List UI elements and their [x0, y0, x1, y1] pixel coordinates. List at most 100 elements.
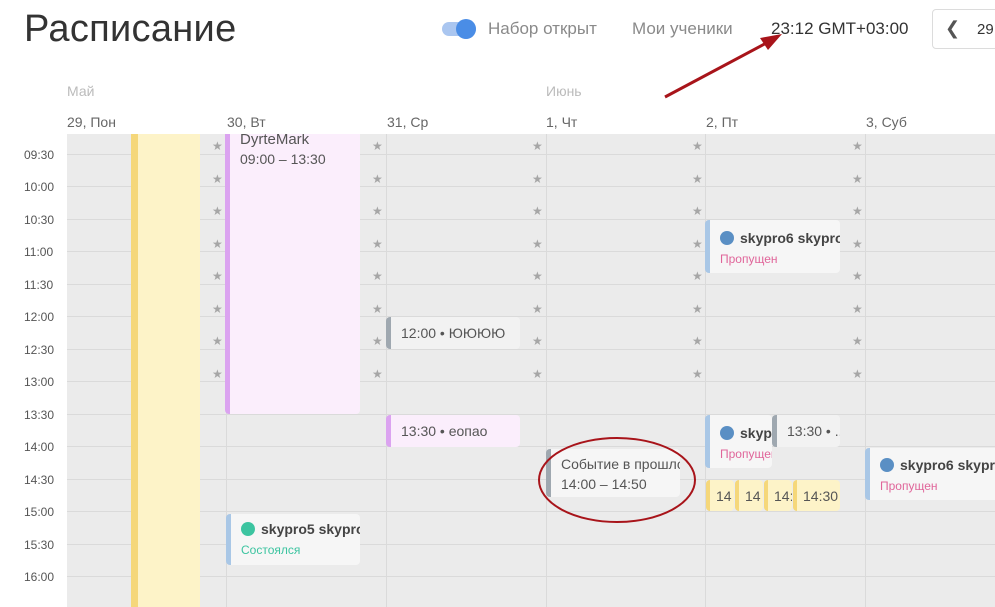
time-label: 11:30	[24, 278, 54, 292]
grid-line	[67, 251, 995, 252]
event-name: Событие в прошлом	[561, 456, 680, 472]
event-card-eopao[interactable]: 13:30 • еопао	[386, 415, 520, 447]
month-label-june: Июнь	[546, 83, 582, 99]
event-card-1330[interactable]: 13:30 • ...	[772, 415, 840, 447]
grid-line	[67, 284, 995, 285]
star-icon[interactable]: ★	[212, 334, 223, 348]
student-name: skypro6 skypro6	[740, 230, 840, 246]
star-icon[interactable]: ★	[692, 172, 703, 186]
grid-line	[546, 134, 547, 607]
star-icon[interactable]: ★	[852, 139, 863, 153]
event-card-small[interactable]: 14:	[764, 480, 792, 511]
star-icon[interactable]: ★	[692, 204, 703, 218]
star-icon[interactable]: ★	[692, 302, 703, 316]
event-card-yuyuyu[interactable]: 12:00 • ЮЮЮЮ	[386, 317, 520, 349]
event-time: 14:00 – 14:50	[561, 476, 647, 492]
grid-line	[67, 349, 995, 350]
star-icon[interactable]: ★	[372, 334, 383, 348]
time-label: 16:00	[24, 570, 55, 584]
star-icon[interactable]: ★	[532, 237, 543, 251]
star-icon[interactable]: ★	[212, 172, 223, 186]
event-card-small[interactable]: 14:30	[793, 480, 840, 511]
star-icon[interactable]: ★	[852, 172, 863, 186]
calendar-grid[interactable]: ★ ★ ★ ★ ★ ★ ★ ★ ★ ★ ★ ★ ★ ★ ★ ★ ★ ★ ★ ★ …	[67, 134, 995, 607]
time-label: 11:00	[24, 245, 54, 259]
event-card-past[interactable]: Событие в прошлом 14:00 – 14:50	[546, 449, 680, 497]
recruitment-toggle[interactable]	[440, 18, 476, 40]
event-card-dyrtemark[interactable]: DyrteMark 09:00 – 13:30	[225, 134, 360, 414]
recruitment-label[interactable]: Набор открыт	[488, 19, 597, 39]
star-icon[interactable]: ★	[852, 204, 863, 218]
time-axis: 09:30 10:00 10:30 11:00 11:30 12:00 12:3…	[0, 134, 67, 607]
star-icon[interactable]: ★	[692, 237, 703, 251]
star-icon[interactable]: ★	[852, 367, 863, 381]
nav-date: 29	[977, 21, 994, 38]
star-icon[interactable]: ★	[692, 334, 703, 348]
grid-line	[67, 479, 995, 480]
star-icon[interactable]: ★	[212, 237, 223, 251]
time-label: 13:30	[24, 408, 55, 422]
grid-line	[67, 186, 995, 187]
star-icon[interactable]: ★	[532, 172, 543, 186]
time-label: 12:00	[24, 310, 55, 324]
chevron-left-icon[interactable]: ❮	[945, 18, 960, 39]
star-icon[interactable]: ★	[692, 139, 703, 153]
time-label: 10:00	[24, 180, 55, 194]
student-name: skypro6	[740, 425, 772, 441]
time-label: 13:00	[24, 375, 55, 389]
star-icon[interactable]: ★	[372, 237, 383, 251]
time-label: 14:00	[24, 440, 55, 454]
event-card-small[interactable]: 14	[706, 480, 734, 511]
star-icon[interactable]: ★	[532, 269, 543, 283]
toggle-knob	[456, 19, 476, 39]
grid-line	[67, 154, 995, 155]
time-label: 15:30	[24, 538, 55, 552]
event-card-small[interactable]: 14	[735, 480, 763, 511]
star-icon[interactable]: ★	[692, 269, 703, 283]
star-icon[interactable]: ★	[212, 367, 223, 381]
lesson-card-skypro6-sat[interactable]: skypro6 skypro6 Пропущен	[865, 448, 995, 500]
time-label: 10:30	[24, 213, 55, 227]
date-navigator[interactable]: ❮ 29	[932, 9, 995, 49]
grid-line	[865, 134, 866, 607]
lesson-card-skypro6[interactable]: skypro6 Пропущен	[705, 415, 772, 468]
grid-line	[705, 134, 706, 607]
grid-line	[67, 316, 995, 317]
lesson-card-skypro6[interactable]: skypro6 skypro6 Пропущен	[705, 220, 840, 273]
grid-line	[67, 544, 995, 545]
star-icon[interactable]: ★	[852, 334, 863, 348]
star-icon[interactable]: ★	[692, 367, 703, 381]
lesson-status: Пропущен	[880, 479, 938, 493]
today-column	[138, 134, 200, 607]
star-icon[interactable]: ★	[372, 172, 383, 186]
star-icon[interactable]: ★	[372, 367, 383, 381]
day-header: 30, Вт	[227, 114, 266, 130]
star-icon[interactable]: ★	[212, 269, 223, 283]
star-icon[interactable]: ★	[212, 302, 223, 316]
star-icon[interactable]: ★	[532, 204, 543, 218]
annotation-arrow-line	[664, 38, 773, 99]
star-icon[interactable]: ★	[212, 204, 223, 218]
star-icon[interactable]: ★	[532, 367, 543, 381]
event-label: 13:30 • еопао	[401, 423, 488, 439]
star-icon[interactable]: ★	[372, 302, 383, 316]
star-icon[interactable]: ★	[852, 302, 863, 316]
star-icon[interactable]: ★	[532, 139, 543, 153]
star-icon[interactable]: ★	[372, 204, 383, 218]
star-icon[interactable]: ★	[532, 334, 543, 348]
grid-line	[67, 511, 995, 512]
star-icon[interactable]: ★	[532, 302, 543, 316]
star-icon[interactable]: ★	[372, 269, 383, 283]
time-label: 12:30	[24, 343, 55, 357]
student-name: skypro5 skypro5	[261, 521, 360, 537]
event-time: 09:00 – 13:30	[240, 151, 326, 167]
event-label: 14:30	[803, 488, 839, 504]
lesson-card-skypro5[interactable]: skypro5 skypro5 Состоялся	[226, 514, 360, 565]
time-label: 09:30	[24, 148, 55, 162]
star-icon[interactable]: ★	[852, 237, 863, 251]
star-icon[interactable]: ★	[852, 269, 863, 283]
grid-line	[67, 414, 995, 415]
star-icon[interactable]: ★	[372, 139, 383, 153]
star-icon[interactable]: ★	[212, 139, 223, 153]
my-students-link[interactable]: Мои ученики	[632, 19, 733, 39]
